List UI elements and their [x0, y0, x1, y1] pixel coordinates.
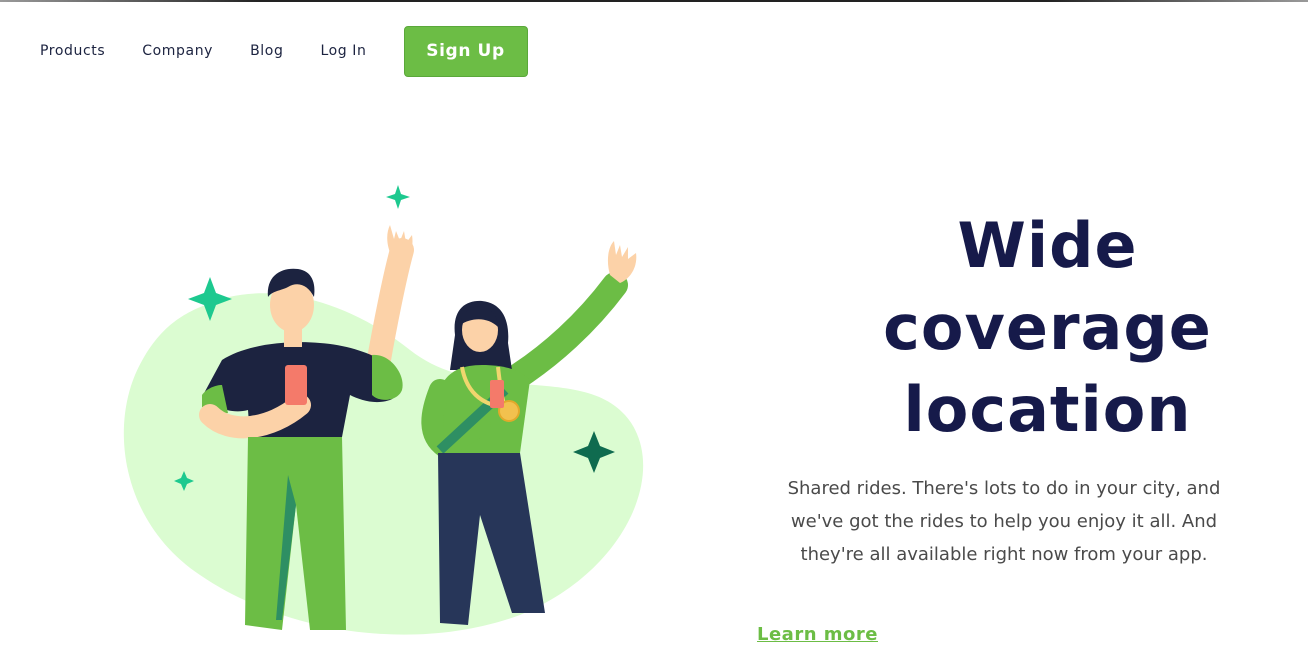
sparkle-icon [386, 185, 410, 209]
top-border [0, 0, 1308, 2]
headline-line-2: location [903, 373, 1192, 446]
hero-description: Shared rides. There's lots to do in your… [787, 478, 1221, 565]
learn-more-link[interactable]: Learn more [757, 624, 878, 645]
top-navigation: Products Company Blog Log In Sign Up [40, 25, 565, 77]
headline-line-1: Wide coverage [883, 209, 1212, 364]
nav-products-link[interactable]: Products [40, 43, 105, 59]
hero-headline: Wide coverage location [790, 205, 1305, 451]
nav-company-link[interactable]: Company [142, 43, 213, 59]
nav-blog-link[interactable]: Blog [250, 43, 283, 59]
nav-login-link[interactable]: Log In [320, 43, 366, 59]
signup-button[interactable]: Sign Up [403, 25, 528, 77]
hero-illustration [123, 185, 644, 635]
